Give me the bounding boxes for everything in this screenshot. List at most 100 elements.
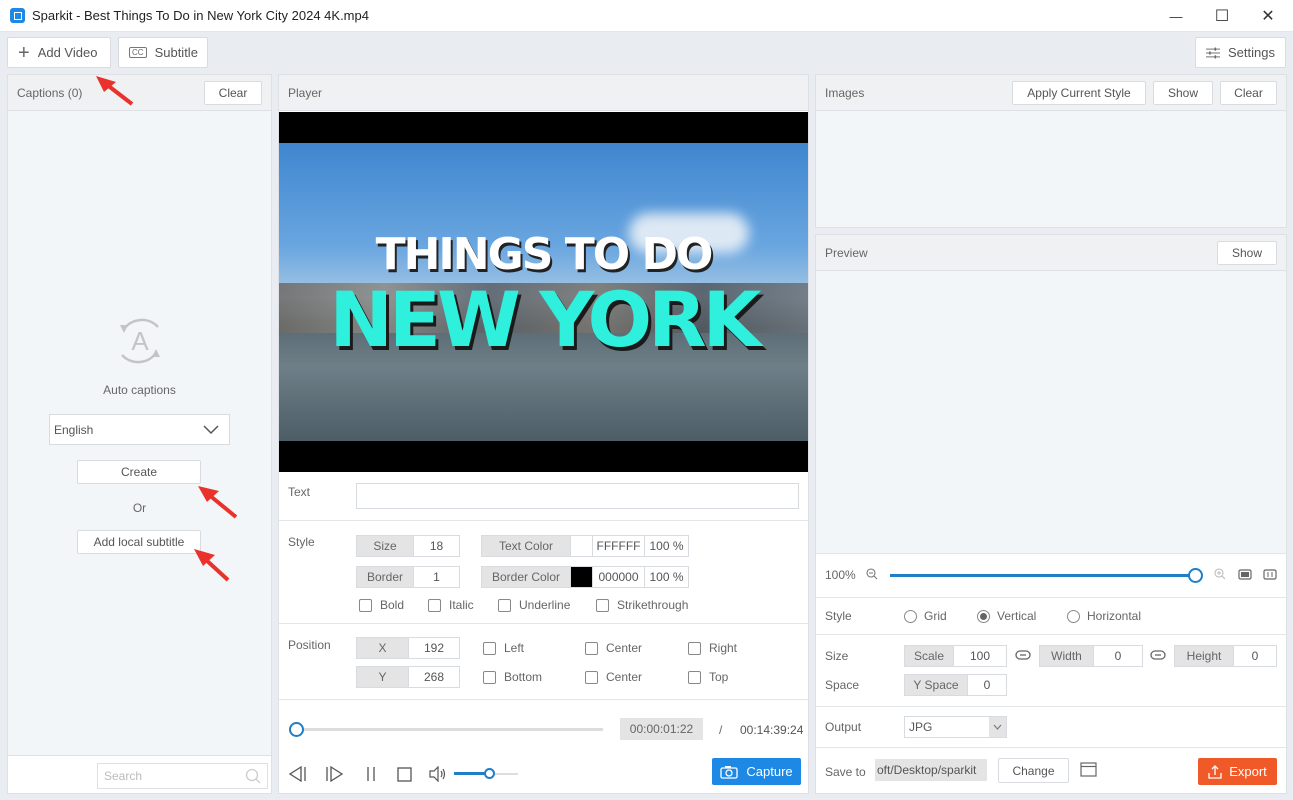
italic-checkbox[interactable]: Italic bbox=[428, 598, 474, 612]
zoom-thumb[interactable] bbox=[1188, 568, 1203, 583]
checkbox-box[interactable] bbox=[688, 641, 701, 655]
zoom-fill bbox=[890, 574, 1195, 577]
divider bbox=[816, 747, 1286, 748]
x-field[interactable]: X 192 bbox=[356, 637, 460, 659]
scale-value[interactable]: 100 bbox=[953, 646, 1006, 666]
auto-captions-icon: A bbox=[120, 318, 160, 364]
border-color-swatch[interactable] bbox=[570, 567, 592, 587]
left-checkbox[interactable]: Left bbox=[483, 641, 524, 655]
radio-circle[interactable] bbox=[1067, 609, 1080, 623]
link-icon[interactable] bbox=[1150, 649, 1166, 661]
player-title: Player bbox=[288, 85, 323, 100]
images-clear-button[interactable]: Clear bbox=[1220, 80, 1277, 105]
border-color-hex[interactable]: 000000 bbox=[592, 567, 644, 587]
divider bbox=[816, 597, 1286, 598]
border-color-field[interactable]: Border Color 000000 100 % bbox=[481, 566, 689, 588]
previous-frame-icon[interactable] bbox=[289, 766, 307, 782]
border-field[interactable]: Border 1 bbox=[356, 566, 460, 588]
maximize-button[interactable]: ☐ bbox=[1199, 0, 1245, 32]
settings-button[interactable]: Settings bbox=[1195, 37, 1286, 68]
text-color-hex[interactable]: FFFFFF bbox=[592, 536, 644, 556]
output-format-value: JPG bbox=[909, 720, 933, 734]
radio-circle[interactable] bbox=[904, 609, 917, 623]
radio-circle-selected[interactable] bbox=[977, 609, 990, 623]
add-video-button[interactable]: + Add Video bbox=[7, 37, 111, 68]
save-to-label: Save to bbox=[825, 765, 866, 779]
seek-thumb[interactable] bbox=[289, 722, 304, 737]
minimize-button[interactable]: — bbox=[1153, 0, 1199, 32]
size-value[interactable]: 18 bbox=[413, 536, 459, 556]
language-select[interactable]: English bbox=[49, 414, 230, 445]
y-field[interactable]: Y 268 bbox=[356, 666, 460, 688]
export-button[interactable]: Export bbox=[1198, 758, 1277, 785]
create-button[interactable]: Create bbox=[77, 460, 201, 484]
size-field[interactable]: Size 18 bbox=[356, 535, 460, 557]
seek-bar[interactable] bbox=[296, 728, 603, 731]
scale-field[interactable]: Scale 100 bbox=[904, 645, 1007, 667]
size-label: Size bbox=[357, 536, 413, 556]
current-time-field[interactable]: 00:00:01:22 bbox=[620, 718, 703, 740]
height-field[interactable]: Height 0 bbox=[1174, 645, 1277, 667]
y-space-field[interactable]: Y Space 0 bbox=[904, 674, 1007, 696]
output-format-select[interactable]: JPG bbox=[904, 716, 1007, 738]
text-color-field[interactable]: Text Color FFFFFF 100 % bbox=[481, 535, 689, 557]
volume-icon[interactable] bbox=[429, 766, 447, 782]
height-value[interactable]: 0 bbox=[1233, 646, 1276, 666]
folder-icon[interactable] bbox=[1080, 762, 1097, 777]
images-show-button[interactable]: Show bbox=[1153, 80, 1213, 105]
subtitle-button[interactable]: CC Subtitle bbox=[118, 37, 208, 68]
style-vertical-radio[interactable]: Vertical bbox=[977, 609, 1036, 623]
width-value[interactable]: 0 bbox=[1093, 646, 1142, 666]
checkbox-box[interactable] bbox=[688, 670, 701, 684]
capture-button[interactable]: Capture bbox=[712, 758, 801, 785]
center-v-checkbox[interactable]: Center bbox=[585, 670, 642, 684]
checkbox-box[interactable] bbox=[585, 641, 598, 655]
video-frame[interactable]: THINGS TO DO NEW YORK bbox=[279, 112, 808, 472]
volume-thumb[interactable] bbox=[484, 768, 496, 779]
right-checkbox[interactable]: Right bbox=[688, 641, 737, 655]
top-checkbox[interactable]: Top bbox=[688, 670, 728, 684]
y-value[interactable]: 268 bbox=[408, 667, 459, 687]
close-button[interactable]: ✕ bbox=[1245, 0, 1291, 32]
checkbox-box[interactable] bbox=[428, 598, 441, 612]
fit-screen-icon[interactable] bbox=[1238, 569, 1252, 580]
actual-size-icon[interactable] bbox=[1263, 569, 1277, 580]
y-space-value[interactable]: 0 bbox=[967, 675, 1006, 695]
text-input[interactable] bbox=[356, 483, 799, 509]
position-label: Position bbox=[288, 638, 331, 652]
checkbox-box[interactable] bbox=[498, 598, 511, 612]
captions-title: Captions (0) bbox=[17, 85, 83, 100]
bottom-checkbox[interactable]: Bottom bbox=[483, 670, 542, 684]
apply-current-style-button[interactable]: Apply Current Style bbox=[1012, 80, 1146, 105]
save-path-field[interactable]: oft/Desktop/sparkit bbox=[875, 759, 987, 781]
pause-icon[interactable] bbox=[365, 766, 377, 782]
style-horizontal-radio[interactable]: Horizontal bbox=[1067, 609, 1141, 623]
checkbox-box[interactable] bbox=[585, 670, 598, 684]
strikethrough-checkbox[interactable]: Strikethrough bbox=[596, 598, 688, 612]
width-field[interactable]: Width 0 bbox=[1039, 645, 1143, 667]
text-color-opacity[interactable]: 100 % bbox=[644, 536, 688, 556]
zoom-out-icon[interactable] bbox=[866, 568, 878, 580]
captions-clear-button[interactable]: Clear bbox=[204, 80, 262, 105]
preview-show-button[interactable]: Show bbox=[1217, 240, 1277, 265]
underline-checkbox[interactable]: Underline bbox=[498, 598, 570, 612]
x-value[interactable]: 192 bbox=[408, 638, 459, 658]
preview-style-label: Style bbox=[825, 609, 852, 623]
zoom-in-icon[interactable] bbox=[1214, 568, 1226, 580]
checkbox-box[interactable] bbox=[483, 670, 496, 684]
border-value[interactable]: 1 bbox=[413, 567, 459, 587]
bold-checkbox[interactable]: Bold bbox=[359, 598, 404, 612]
next-frame-icon[interactable] bbox=[325, 766, 343, 782]
style-grid-radio[interactable]: Grid bbox=[904, 609, 947, 623]
add-local-subtitle-button[interactable]: Add local subtitle bbox=[77, 530, 201, 554]
stop-icon[interactable] bbox=[397, 767, 412, 782]
checkbox-box[interactable] bbox=[483, 641, 496, 655]
link-icon[interactable] bbox=[1015, 649, 1031, 661]
checkbox-box[interactable] bbox=[596, 598, 609, 612]
checkbox-box[interactable] bbox=[359, 598, 372, 612]
border-color-opacity[interactable]: 100 % bbox=[644, 567, 688, 587]
change-button[interactable]: Change bbox=[998, 758, 1069, 783]
text-color-swatch[interactable] bbox=[570, 536, 592, 556]
center-h-checkbox[interactable]: Center bbox=[585, 641, 642, 655]
search-input[interactable]: Search bbox=[97, 763, 268, 789]
